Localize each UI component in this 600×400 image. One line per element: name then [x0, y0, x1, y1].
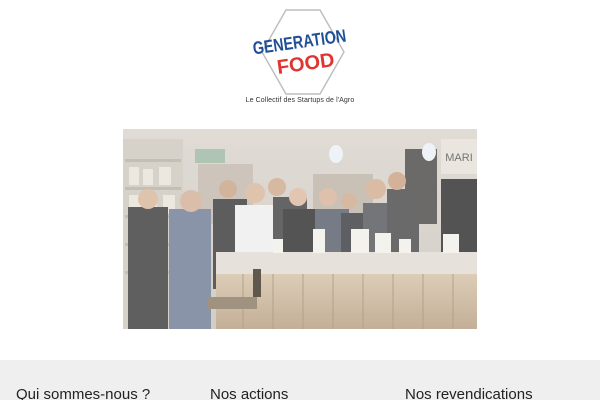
generation-food-logo[interactable]: GENERATION FOOD [246, 6, 354, 98]
footer-link-nos-revendications[interactable]: Nos revendications [405, 386, 533, 400]
site-header: GENERATION FOOD Le Collectif des Startup… [0, 0, 600, 125]
logo-graphic: GENERATION FOOD [252, 9, 347, 95]
footer-link-qui-sommes-nous[interactable]: Qui sommes-nous ? [16, 386, 150, 400]
team-photo: MARI [123, 129, 477, 329]
team-photo-image: MARI [123, 129, 477, 329]
footer-nav: Qui sommes-nous ? Nos actions Nos revend… [0, 360, 600, 400]
site-tagline: Le Collectif des Startups de l'Agro [245, 97, 355, 104]
footer-link-nos-actions[interactable]: Nos actions [210, 386, 288, 400]
